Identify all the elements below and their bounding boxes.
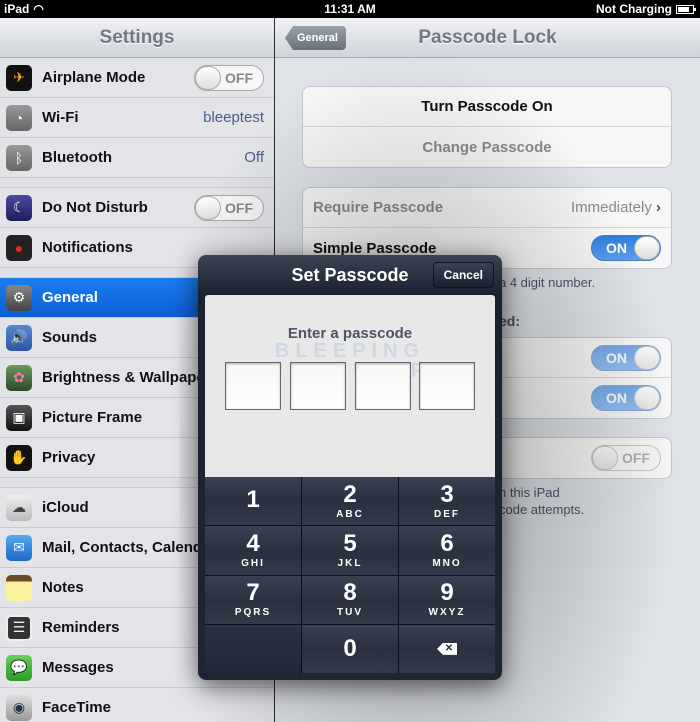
key-9[interactable]: 9 WXYZ: [399, 575, 495, 624]
sidebar-item-bluetooth[interactable]: ᛒ Bluetooth Off: [0, 138, 274, 178]
flower-icon: ✿: [6, 364, 32, 391]
moon-icon: ☾: [6, 194, 32, 221]
notifications-icon: ●: [6, 234, 32, 261]
turn-passcode-on-button[interactable]: Turn Passcode On: [303, 87, 671, 127]
passcode-entry-area: Enter a passcode BLEEPING COMPUTER: [205, 295, 495, 477]
erase-note-line-1: n this iPad: [499, 485, 560, 500]
allow-access-header: ed:: [499, 313, 520, 329]
key-7[interactable]: 7 PQRS: [205, 575, 301, 624]
change-passcode-button[interactable]: Change Passcode: [303, 127, 671, 167]
reminders-icon: ☰: [6, 614, 32, 641]
facetime-icon: ◉: [6, 694, 32, 721]
messages-icon: 💬: [6, 654, 32, 681]
erase-data-toggle[interactable]: OFF: [591, 445, 661, 471]
require-passcode-value: Immediately ›: [570, 199, 661, 216]
key-3[interactable]: 3 DEF: [399, 477, 495, 526]
dialog-title: Set Passcode: [291, 264, 409, 285]
sidebar-item-do-not-disturb[interactable]: ☾ Do Not Disturb OFF: [0, 188, 274, 228]
detail-title: Passcode Lock: [418, 26, 557, 48]
battery-status: Not Charging: [596, 2, 672, 16]
status-bar: iPad ◠ 11:31 AM Not Charging: [0, 0, 700, 18]
sidebar-item-airplane-mode[interactable]: ✈ Airplane Mode OFF: [0, 58, 274, 98]
sidebar-nav-bar: Settings: [0, 18, 274, 58]
wifi-value: bleeptest: [203, 109, 264, 126]
passcode-digit-1[interactable]: [225, 362, 281, 410]
key-6[interactable]: 6 MNO: [399, 526, 495, 575]
hand-icon: ✋: [6, 444, 32, 471]
sidebar-item-wifi[interactable]: ◔ Wi-Fi bleeptest: [0, 98, 274, 138]
passcode-digit-3[interactable]: [355, 362, 411, 410]
key-8[interactable]: 8 TUV: [302, 575, 398, 624]
airplane-icon: ✈: [6, 64, 32, 91]
cancel-button[interactable]: Cancel: [432, 262, 494, 288]
delete-key[interactable]: ✕: [399, 624, 495, 673]
erase-note-line-2: code attempts.: [499, 502, 585, 517]
key-5[interactable]: 5 JKL: [302, 526, 398, 575]
gear-icon: ⚙: [6, 284, 32, 311]
set-passcode-dialog: Set Passcode Cancel Enter a passcode BLE…: [198, 255, 502, 680]
allow-toggle-2[interactable]: ON: [591, 385, 661, 411]
passcode-digit-2[interactable]: [290, 362, 346, 410]
sidebar-item-facetime[interactable]: ◉ FaceTime: [0, 688, 274, 722]
dialog-header: Set Passcode Cancel: [198, 255, 502, 295]
bluetooth-icon: ᛒ: [6, 144, 32, 171]
passcode-actions-group: Turn Passcode On Change Passcode: [302, 86, 672, 168]
key-blank: [205, 624, 301, 673]
mail-icon: ✉: [6, 534, 32, 561]
numeric-keypad: 1 2 ABC 3 DEF 4 GHI 5 JKL 6 MNO 7 PQRS 8 TUV 9W…: [205, 477, 495, 673]
key-1[interactable]: 1: [205, 477, 301, 526]
key-0[interactable]: 0: [302, 624, 398, 673]
back-button[interactable]: General: [285, 26, 346, 50]
cloud-icon: ☁: [6, 494, 32, 521]
battery-icon: [676, 4, 696, 14]
picture-frame-icon: ▣: [6, 404, 32, 431]
clock: 11:31 AM: [324, 2, 376, 16]
airplane-mode-toggle[interactable]: OFF: [194, 64, 264, 91]
allow-toggle-1[interactable]: ON: [591, 344, 661, 371]
wifi-icon: ◔: [6, 104, 32, 131]
backspace-icon: ✕: [437, 642, 457, 655]
chevron-right-icon: ›: [656, 199, 661, 216]
do-not-disturb-toggle[interactable]: OFF: [194, 194, 264, 221]
require-passcode-row[interactable]: Require Passcode Immediately ›: [303, 188, 671, 228]
key-4[interactable]: 4 GHI: [205, 526, 301, 575]
sidebar-title: Settings: [99, 26, 175, 48]
detail-nav-bar: General Passcode Lock: [275, 18, 700, 58]
passcode-digit-4[interactable]: [419, 362, 475, 410]
bluetooth-value: Off: [244, 149, 264, 166]
key-2[interactable]: 2 ABC: [302, 477, 398, 526]
speaker-icon: 🔊: [6, 324, 32, 351]
notes-icon: [6, 574, 32, 601]
simple-passcode-toggle[interactable]: ON: [591, 235, 661, 261]
simple-passcode-note: a 4 digit number.: [499, 275, 596, 290]
